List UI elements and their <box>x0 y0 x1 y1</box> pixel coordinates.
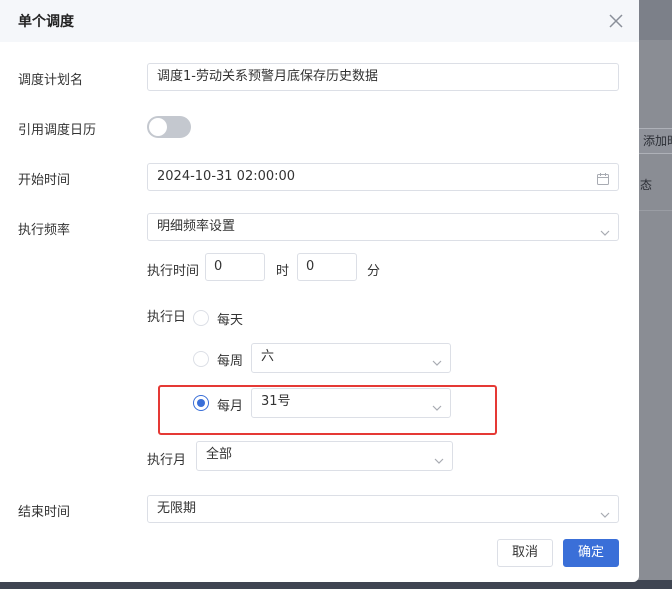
use-calendar-toggle[interactable] <box>147 116 191 138</box>
dialog-title: 单个调度 <box>18 14 74 30</box>
start-time-input[interactable]: 2024-10-31 02:00:00 <box>147 163 619 191</box>
hour-unit-label: 时 <box>276 264 290 279</box>
dialog-header: 单个调度 <box>0 0 639 42</box>
end-time-label: 结束时间 <box>18 505 71 520</box>
radio-weekly[interactable] <box>193 351 209 367</box>
cancel-button[interactable]: 取消 <box>497 539 553 567</box>
exec-hour-input[interactable]: 0 <box>205 253 265 281</box>
radio-weekly-label: 每周 <box>217 354 244 369</box>
monthly-day-value: 31号 <box>261 394 291 409</box>
schedule-name-label: 调度计划名 <box>18 73 84 88</box>
calendar-icon <box>596 170 610 185</box>
frequency-select[interactable]: 明细频率设置 <box>147 213 619 241</box>
end-time-value: 无限期 <box>157 501 197 516</box>
background-divider <box>636 210 672 211</box>
chevron-down-icon <box>600 222 610 236</box>
background-page-strip <box>636 40 672 580</box>
end-time-select[interactable]: 无限期 <box>147 495 619 523</box>
monthly-day-select[interactable]: 31号 <box>251 388 451 418</box>
background-add-button: 添加时 <box>636 128 672 154</box>
schedule-name-input[interactable]: 调度1-劳动关系预警月底保存历史数据 <box>147 63 619 91</box>
start-time-value: 2024-10-31 02:00:00 <box>157 169 296 184</box>
exec-month-value: 全部 <box>206 447 233 462</box>
exec-month-label: 执行月 <box>147 453 187 468</box>
frequency-value: 明细频率设置 <box>157 219 236 234</box>
toggle-knob <box>149 118 167 136</box>
confirm-button[interactable]: 确定 <box>563 539 619 567</box>
minute-unit-label: 分 <box>367 264 381 279</box>
weekly-day-value: 六 <box>261 349 275 364</box>
exec-month-select[interactable]: 全部 <box>196 441 453 471</box>
exec-day-label: 执行日 <box>147 310 187 325</box>
chevron-down-icon <box>432 397 442 411</box>
radio-monthly-label: 每月 <box>217 399 244 414</box>
radio-daily-label: 每天 <box>217 313 244 328</box>
schedule-dialog: 单个调度 调度计划名 调度1-劳动关系预警月底保存历史数据 引用调度日历 开始时… <box>0 0 639 582</box>
chevron-down-icon <box>432 352 442 366</box>
frequency-label: 执行频率 <box>18 223 71 238</box>
radio-monthly[interactable] <box>193 395 209 411</box>
weekly-day-select[interactable]: 六 <box>251 343 451 373</box>
close-icon[interactable] <box>606 11 626 31</box>
chevron-down-icon <box>600 504 610 518</box>
exec-minute-input[interactable]: 0 <box>297 253 357 281</box>
use-calendar-label: 引用调度日历 <box>18 123 97 138</box>
radio-daily[interactable] <box>193 310 209 326</box>
start-time-label: 开始时间 <box>18 173 71 188</box>
chevron-down-icon <box>434 450 444 464</box>
exec-time-label: 执行时间 <box>147 264 200 279</box>
background-state-text: 态 <box>640 178 653 192</box>
